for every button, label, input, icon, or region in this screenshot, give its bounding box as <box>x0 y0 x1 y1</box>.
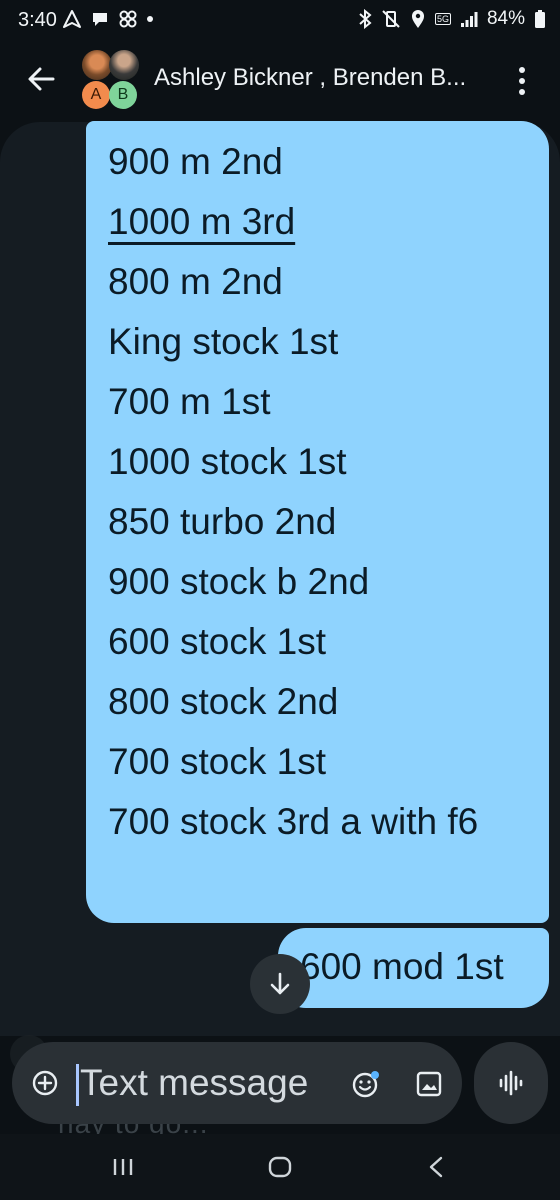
gallery-icon[interactable] <box>416 1071 442 1097</box>
recents-icon[interactable] <box>112 1158 134 1176</box>
status-time: 3:40 <box>18 9 57 31</box>
pinwheel-icon <box>119 10 137 28</box>
conversation-title[interactable]: Ashley Bickner , Brenden B... <box>154 64 494 92</box>
system-indicators: 5G 84% <box>358 8 546 30</box>
navigation-icon <box>63 10 81 28</box>
message-line: 800 stock 2nd <box>108 681 339 722</box>
message-list[interactable]: 900 m 2nd 1000 m 3rd 800 m 2nd King stoc… <box>0 118 560 1036</box>
message-line: 800 m 2nd <box>108 261 283 302</box>
scroll-to-bottom-button[interactable] <box>250 954 310 1014</box>
message-bubble[interactable]: 600 mod 1st <box>278 928 549 1008</box>
avatar-a: A <box>82 81 110 109</box>
conversation-header: A B Ashley Bickner , Brenden B... <box>0 44 560 118</box>
battery-percent: 84% <box>486 8 525 29</box>
add-attachment-icon[interactable] <box>32 1070 58 1096</box>
message-line: 900 m 2nd <box>108 141 283 182</box>
voice-message-button[interactable] <box>474 1042 548 1124</box>
location-icon <box>411 10 424 28</box>
signal-icon <box>460 12 478 27</box>
system-nav-bar <box>0 1134 560 1200</box>
status-bar: 3:40 5G 84% <box>0 0 560 44</box>
more-options-icon[interactable] <box>510 64 534 98</box>
network-type: 5G <box>434 13 451 25</box>
compose-bar: Text message <box>12 1042 462 1124</box>
avatar-photo-2 <box>109 50 139 80</box>
message-line: 1000 m 3rd <box>108 201 296 242</box>
battery-icon <box>535 10 545 28</box>
message-line: King stock 1st <box>108 321 339 362</box>
avatar-photo-1 <box>82 50 112 80</box>
group-avatar[interactable]: A B <box>82 50 142 112</box>
message-line: 600 stock 1st <box>108 621 327 662</box>
message-input[interactable]: Text message <box>80 1062 308 1104</box>
message-line: 700 stock 3rd a with f6 <box>108 801 479 842</box>
emoji-icon[interactable] <box>352 1070 380 1098</box>
bluetooth-icon <box>359 9 372 29</box>
back-arrow-icon[interactable] <box>26 64 56 94</box>
notification-icons <box>62 9 154 29</box>
message-line: 700 m 1st <box>108 381 271 422</box>
message-line: 700 stock 1st <box>108 741 327 782</box>
message-line: 1000 stock 1st <box>108 441 347 482</box>
avatar-b: B <box>109 81 137 109</box>
arrow-down-icon <box>270 972 290 995</box>
vibrate-mute-icon <box>382 10 400 28</box>
dot-icon <box>147 16 153 22</box>
message-bubble[interactable]: 900 m 2nd 1000 m 3rd 800 m 2nd King stoc… <box>86 121 549 923</box>
chat-bubble-icon <box>93 13 107 26</box>
nav-back-icon[interactable] <box>428 1156 444 1178</box>
audio-waveform-icon <box>499 1070 523 1096</box>
message-line: 850 turbo 2nd <box>108 501 337 542</box>
text-cursor <box>76 1064 79 1106</box>
message-text: 600 mod 1st <box>300 946 504 987</box>
message-line: 900 stock b 2nd <box>108 561 370 602</box>
home-icon[interactable] <box>268 1156 292 1178</box>
